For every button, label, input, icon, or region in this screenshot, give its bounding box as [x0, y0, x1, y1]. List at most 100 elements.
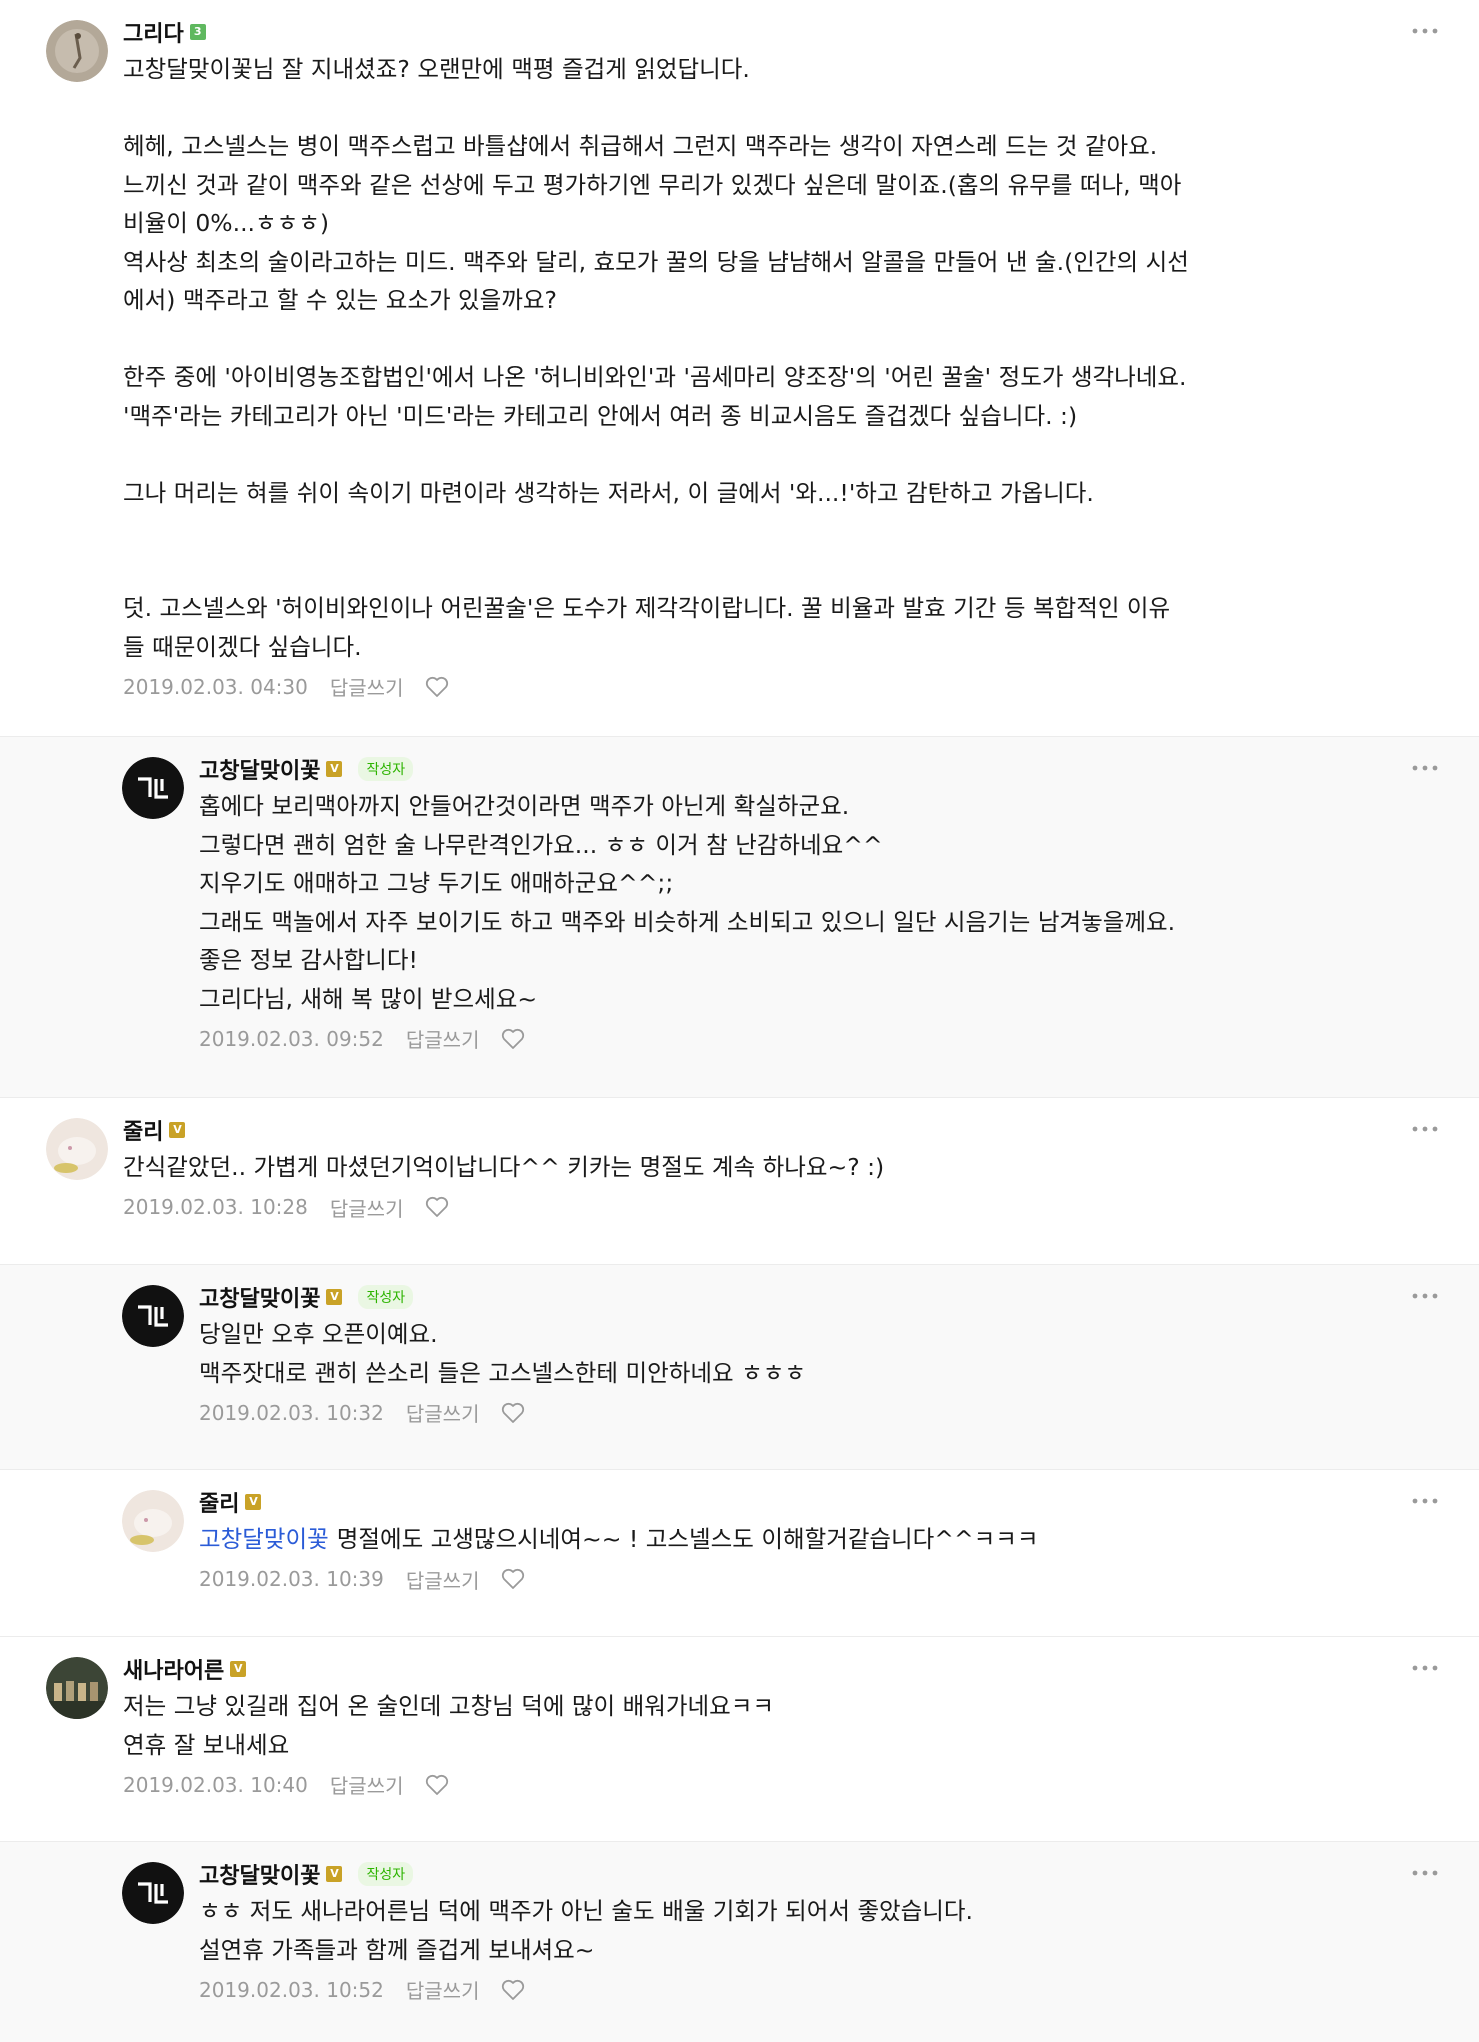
comment-line: '맥주'라는 카테고리가 아닌 '미드'라는 카테고리 안에서 여러 종 비교시… — [123, 401, 1078, 430]
comment-line: 헤헤, 고스넬스는 병이 맥주스럽고 바틀샵에서 취급해서 그런지 맥주라는 생… — [123, 132, 1158, 160]
heart-icon[interactable] — [425, 1196, 449, 1218]
reply-button[interactable]: 답글쓰기 — [406, 1024, 480, 1053]
reply-item: 고창달맞이꽃 V 작성자 홉에다 보리맥아까지 안들어간것이라면 맥주가 아닌게… — [0, 737, 1479, 1098]
comment-line: 한주 중에 '아이비영농조합법인'에서 나온 '허니비와인'과 '곰세마리 양조… — [123, 363, 1187, 391]
comment-line: 연휴 잘 보내세요 — [123, 1730, 290, 1759]
reply-button[interactable]: 답글쓰기 — [330, 672, 404, 701]
author-name[interactable]: 고창달맞이꽃 — [199, 1858, 320, 1890]
comment-meta: 2019.02.03. 04:30 답글쓰기 — [123, 672, 1409, 701]
comment-meta: 2019.02.03. 10:52 답글쓰기 — [199, 1975, 1409, 2004]
reply-button[interactable]: 답글쓰기 — [406, 1398, 480, 1427]
comment-text: 홉에다 보리맥아까지 안들어간것이라면 맥주가 아닌게 확실하군요. 그렇다면 … — [199, 787, 1409, 1018]
comment-line: 들 때문이겠다 싶습니다. — [123, 632, 362, 661]
comment-line — [123, 512, 1409, 551]
reply-button[interactable]: 답글쓰기 — [406, 1565, 480, 1594]
comment-line-text: 명절에도 고생많으시네여~~ ! 고스넬스도 이해할거같습니다^^ㅋㅋㅋ — [336, 1525, 1039, 1553]
comment-line — [123, 320, 1409, 359]
comment-date: 2019.02.03. 10:32 — [199, 1400, 384, 1425]
verified-badge-icon: V — [169, 1122, 186, 1138]
comment-line: 당일만 오후 오픈이예요. — [199, 1320, 438, 1348]
heart-icon[interactable] — [501, 1979, 525, 2001]
comment-date: 2019.02.03. 09:52 — [199, 1026, 384, 1051]
comment-line: 지우기도 애매하고 그냥 두기도 애매하군요^^;; — [199, 869, 674, 897]
verified-badge-icon: V — [230, 1661, 247, 1677]
author-name[interactable]: 새나라어른 — [123, 1653, 224, 1685]
more-options-icon[interactable] — [1411, 1287, 1439, 1299]
author-line: 그리다 3 — [123, 14, 1409, 50]
heart-icon[interactable] — [501, 1568, 525, 1590]
more-options-icon[interactable] — [1411, 1492, 1439, 1504]
reply-button[interactable]: 답글쓰기 — [406, 1975, 480, 2004]
avatar[interactable] — [122, 757, 184, 819]
avatar[interactable] — [46, 1657, 108, 1719]
heart-icon[interactable] — [425, 1774, 449, 1796]
comment-line: 맥주잣대로 괜히 쓴소리 들은 고스넬스한테 미안하네요 ㅎㅎㅎ — [199, 1358, 806, 1387]
comment-date: 2019.02.03. 10:52 — [199, 1977, 384, 2002]
comment-item: 새나라어른 V 저는 그냥 있길래 집어 온 술인데 고창님 덕에 많이 배워가… — [0, 1637, 1479, 1842]
more-options-icon[interactable] — [1411, 1659, 1439, 1671]
comment-date: 2019.02.03. 10:39 — [199, 1567, 384, 1591]
comment-meta: 2019.02.03. 10:32 답글쓰기 — [199, 1398, 1409, 1427]
author-line: 고창달맞이꽃 V 작성자 — [199, 1279, 1409, 1315]
more-options-icon[interactable] — [1411, 1864, 1439, 1876]
comment-line: 그렇다면 괜히 엄한 술 나무란격인가요... ㅎㅎ 이거 참 난감하네요^^ — [199, 830, 883, 859]
comment-line: 설연휴 가족들과 함께 즐겁게 보내셔요~ — [199, 1935, 595, 1964]
author-name[interactable]: 줄리 — [123, 1114, 163, 1146]
verified-badge-icon: V — [326, 1289, 343, 1305]
heart-icon[interactable] — [501, 1402, 525, 1424]
comment-line: 간식같았던.. 가볍게 마셨던기억이납니다^^ 키카는 명절도 계속 하나요~?… — [123, 1153, 885, 1181]
author-name[interactable]: 고창달맞이꽃 — [199, 753, 320, 785]
heart-icon[interactable] — [425, 676, 449, 698]
author-line: 줄리 V — [199, 1484, 1409, 1520]
verified-badge-icon: V — [326, 1866, 343, 1882]
comment-text: ㅎㅎ 저도 새나라어른님 덕에 맥주가 아닌 술도 배울 기회가 되어서 좋았습… — [199, 1892, 1409, 1969]
avatar[interactable] — [46, 1118, 108, 1180]
comment-line: 비율이 0%...ㅎㅎㅎ) — [123, 209, 330, 237]
more-options-icon[interactable] — [1411, 759, 1439, 771]
comment-body: 그리다 3 고창달맞이꽃님 잘 지내셨죠? 오랜만에 맥평 즐겁게 읽었답니다.… — [123, 14, 1409, 701]
comment-line: 고창달맞이꽃 명절에도 고생많으시네여~~ ! 고스넬스도 이해할거같습니다^^ㅋ… — [199, 1520, 1409, 1559]
comment-line — [123, 89, 1409, 128]
avatar[interactable] — [46, 20, 108, 82]
comment-line: 역사상 최초의 술이라고하는 미드. 맥주와 달리, 효모가 꿀의 당을 냠냠해… — [123, 247, 1189, 276]
reply-button[interactable]: 답글쓰기 — [330, 1193, 404, 1222]
comment-meta: 2019.02.03. 10:28 답글쓰기 — [123, 1193, 1409, 1222]
comment-line: 좋은 정보 감사합니다! — [199, 946, 418, 974]
comment-line: 저는 그냥 있길래 집어 온 술인데 고창님 덕에 많이 배워가네요ㅋㅋ — [123, 1692, 774, 1720]
mention-link[interactable]: 고창달맞이꽃 — [199, 1525, 329, 1553]
level-badge-icon: 3 — [189, 24, 206, 40]
comment-line: 고창달맞이꽃님 잘 지내셨죠? 오랜만에 맥평 즐겁게 읽었답니다. — [123, 55, 750, 83]
heart-icon[interactable] — [501, 1028, 525, 1050]
reply-item: 고창달맞이꽃 V 작성자 ㅎㅎ 저도 새나라어른님 덕에 맥주가 아닌 술도 배… — [0, 1842, 1479, 2042]
comment-text: 간식같았던.. 가볍게 마셨던기억이납니다^^ 키카는 명절도 계속 하나요~?… — [123, 1148, 1409, 1187]
author-line: 고창달맞이꽃 V 작성자 — [199, 1856, 1409, 1892]
comment-line — [123, 435, 1409, 474]
verified-badge-icon: V — [245, 1494, 262, 1510]
author-line: 줄리 V — [123, 1112, 1409, 1148]
comment-date: 2019.02.03. 10:40 — [123, 1772, 308, 1797]
comment-text: 저는 그냥 있길래 집어 온 술인데 고창님 덕에 많이 배워가네요ㅋㅋ 연휴 … — [123, 1687, 1409, 1764]
avatar[interactable] — [122, 1862, 184, 1924]
comment-line: 에서) 맥주라고 할 수 있는 요소가 있을까요? — [123, 286, 558, 314]
author-name[interactable]: 줄리 — [199, 1486, 239, 1518]
comment-text: 고창달맞이꽃 명절에도 고생많으시네여~~ ! 고스넬스도 이해할거같습니다^^ㅋ… — [199, 1520, 1409, 1559]
comment-body: 줄리 V 고창달맞이꽃 명절에도 고생많으시네여~~ ! 고스넬스도 이해할거같습… — [199, 1484, 1409, 1594]
comment-meta: 2019.02.03. 09:52 답글쓰기 — [199, 1024, 1409, 1053]
comment-line — [123, 551, 1409, 590]
author-name[interactable]: 고창달맞이꽃 — [199, 1281, 320, 1313]
avatar[interactable] — [122, 1490, 184, 1552]
comment-date: 2019.02.03. 10:28 — [123, 1195, 308, 1219]
reply-item: 고창달맞이꽃 V 작성자 당일만 오후 오픈이예요. 맥주잣대로 괜히 쓴소리 … — [0, 1265, 1479, 1470]
more-options-icon[interactable] — [1411, 22, 1439, 34]
writer-tag: 작성자 — [358, 1862, 414, 1886]
comment-body: 고창달맞이꽃 V 작성자 ㅎㅎ 저도 새나라어른님 덕에 맥주가 아닌 술도 배… — [199, 1856, 1409, 2004]
author-name[interactable]: 그리다 — [123, 16, 184, 48]
more-options-icon[interactable] — [1411, 1120, 1439, 1132]
comment-text: 고창달맞이꽃님 잘 지내셨죠? 오랜만에 맥평 즐겁게 읽었답니다. 헤헤, 고… — [123, 50, 1409, 666]
avatar[interactable] — [122, 1285, 184, 1347]
comment-meta: 2019.02.03. 10:40 답글쓰기 — [123, 1770, 1409, 1799]
reply-button[interactable]: 답글쓰기 — [330, 1770, 404, 1799]
writer-tag: 작성자 — [358, 1285, 414, 1309]
comment-item: 줄리 V 간식같았던.. 가볍게 마셨던기억이납니다^^ 키카는 명절도 계속 … — [0, 1098, 1479, 1265]
verified-badge-icon: V — [326, 761, 343, 777]
